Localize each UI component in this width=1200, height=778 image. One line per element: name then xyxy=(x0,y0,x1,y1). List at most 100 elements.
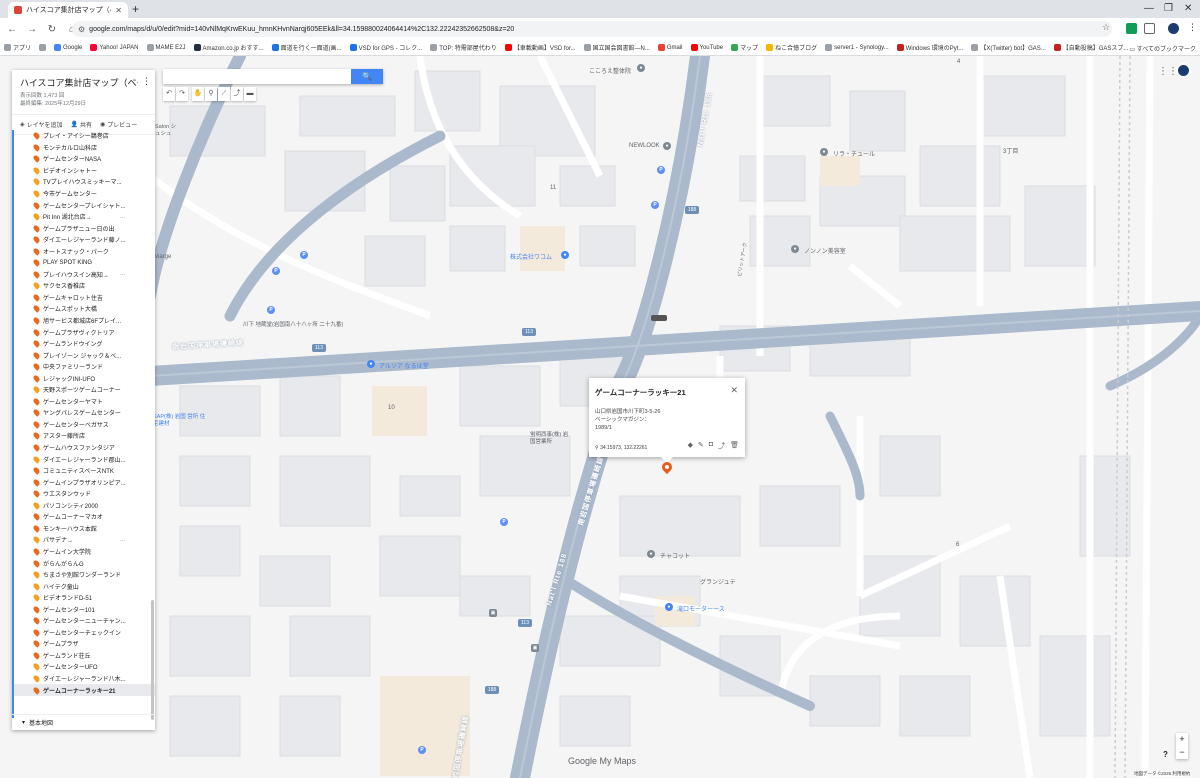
ruler-icon[interactable]: ▬ xyxy=(244,87,256,101)
poi-icon[interactable]: ● xyxy=(561,251,569,259)
layer-item[interactable]: プレイ・アイシー鵜巻店 xyxy=(14,130,155,142)
layer-item[interactable]: サクセス香椎店 xyxy=(14,280,155,292)
bookmark[interactable]: ねこ合憶ブログ xyxy=(766,43,817,52)
forward-icon[interactable]: → xyxy=(24,24,40,35)
layer-item[interactable]: ゲームプラザ xyxy=(14,638,155,650)
zoom-in-button[interactable]: + xyxy=(1176,733,1188,746)
help-icon[interactable]: ? xyxy=(1163,750,1168,759)
more-icon[interactable]: ... xyxy=(120,537,125,543)
layer-item[interactable]: ダイエーレジャーランド藤ノ... xyxy=(14,234,155,246)
url-field[interactable]: ⚙ google.com/maps/d/u/0/edit?mid=140vNlM… xyxy=(72,21,1112,37)
restore-icon[interactable]: ❐ xyxy=(1164,3,1173,14)
hand-icon[interactable]: ✋ xyxy=(192,87,204,101)
layer-item[interactable]: パサデナ→... xyxy=(14,534,155,546)
parking-icon[interactable]: P xyxy=(272,267,280,275)
bus-stop-icon[interactable]: ▣ xyxy=(531,644,539,652)
zoom-out-button[interactable]: − xyxy=(1176,746,1188,759)
poi-icon[interactable]: ● xyxy=(663,142,671,150)
poi-icon[interactable]: ● xyxy=(820,148,828,156)
poi-icon[interactable]: ● xyxy=(647,550,655,558)
bookmark[interactable]: MAME E2J xyxy=(146,44,186,51)
bookmark[interactable]: VSD for GPS - コレク... xyxy=(349,43,422,52)
poi-label[interactable]: リラ・チュール xyxy=(833,149,875,158)
poi-icon[interactable]: ● xyxy=(791,245,799,253)
bookmark[interactable]: 面道を行く一面道(画... xyxy=(271,43,342,52)
parking-icon[interactable]: P xyxy=(300,251,308,259)
layer-item[interactable]: がらんがらんG xyxy=(14,557,155,569)
bookmark[interactable]: 【自動投稿】GASスブ... xyxy=(1053,43,1128,52)
more-options-icon[interactable]: ⋮ xyxy=(142,76,151,87)
poi-label[interactable]: NEWLOOK xyxy=(629,143,660,149)
layer-item[interactable]: プレイゾーン ジャック＆ベ... xyxy=(14,349,155,361)
poi-label[interactable]: ノンノン美容室 xyxy=(804,246,846,255)
back-icon[interactable]: ← xyxy=(4,24,20,35)
bookmark[interactable]: 国立国会図書館―N... xyxy=(583,43,650,52)
directions-icon[interactable]: ⤴ xyxy=(718,441,725,451)
layer-item[interactable]: PLAY SPOT KING xyxy=(14,257,155,269)
layer-item[interactable]: ハイテク童山 xyxy=(14,580,155,592)
reload-icon[interactable]: ↻ xyxy=(44,24,60,35)
layer-item[interactable]: ゲームプラザヴィクトリア xyxy=(14,326,155,338)
poi-label[interactable]: 川下 地蔵堂(岩国南八十八ヶ所 二十九番) xyxy=(243,320,343,328)
bookmark[interactable]: server1 - Synology... xyxy=(825,44,889,51)
extension-check-icon[interactable] xyxy=(1126,23,1137,34)
close-icon[interactable]: ✕ xyxy=(115,6,122,15)
undo-icon[interactable]: ↶ xyxy=(163,87,175,101)
layer-item[interactable]: ヤングパレスゲームセンター xyxy=(14,407,155,419)
layer-item[interactable]: ゲームプラザニュー日の出 xyxy=(14,222,155,234)
poi-label[interactable]: Salon シュシュ xyxy=(155,124,181,138)
bookmark[interactable] xyxy=(39,44,47,51)
layer-item[interactable]: ゲームコーナーラッキー21 xyxy=(14,684,155,696)
layer-item[interactable]: ゲームコーナーマカオ xyxy=(14,511,155,523)
search-button[interactable]: 🔍 xyxy=(351,69,383,84)
bookmark[interactable]: Google xyxy=(54,44,82,51)
parking-icon[interactable]: P xyxy=(500,518,508,526)
more-icon[interactable]: ... xyxy=(120,271,125,277)
layer-item[interactable]: ゲームセンターNASA xyxy=(14,153,155,165)
layer-item[interactable]: ゲームセンター101 xyxy=(14,603,155,615)
layer-item[interactable]: ゲームハウスファンタジア xyxy=(14,442,155,454)
camera-icon[interactable]: ◘ xyxy=(709,441,713,451)
parking-icon[interactable]: P xyxy=(418,746,426,754)
bookmark[interactable]: Amazon.co.jp おすす... xyxy=(193,43,264,52)
account-avatar[interactable] xyxy=(1176,63,1191,78)
poi-label[interactable]: 滝口モーターース xyxy=(677,604,725,613)
map-title[interactable]: ハイスコア集計店マップ（ベーシックマガジン） xyxy=(20,76,138,89)
draw-line-icon[interactable]: ⟋ xyxy=(218,87,230,101)
layer-item[interactable]: Pit Inn 湖北台店→... xyxy=(14,211,155,223)
layer-item[interactable]: ゲームランド荘丘 xyxy=(14,650,155,662)
more-icon[interactable]: ... xyxy=(120,214,125,220)
star-icon[interactable]: ☆ xyxy=(1102,22,1110,33)
profile-avatar[interactable] xyxy=(1168,23,1179,34)
poi-label[interactable]: 株式会社ワコム xyxy=(510,252,552,261)
layer-item[interactable]: アスター藤所店 xyxy=(14,430,155,442)
scrollbar[interactable] xyxy=(151,600,154,720)
layer-item[interactable]: ビデオランドD-51 xyxy=(14,592,155,604)
poi-label[interactable]: アルソア なるほ堂 xyxy=(379,361,429,370)
bookmark[interactable]: 【車載動画】VSD for... xyxy=(504,43,576,52)
directions-icon[interactable]: ⤴ xyxy=(231,87,243,101)
share-button[interactable]: 👤 共有 xyxy=(70,120,92,129)
layer-item[interactable]: ゲームキャロット住吉 xyxy=(14,292,155,304)
poi-label[interactable]: viarge xyxy=(155,254,171,260)
layer-item[interactable]: ゲームセンタープレイシャト... xyxy=(14,199,155,211)
basemap-toggle[interactable]: ▾ 基本地図 xyxy=(12,714,155,730)
poi-icon[interactable]: ● xyxy=(367,360,375,368)
close-icon[interactable]: ✕ xyxy=(730,385,738,396)
apps-grid-icon[interactable]: ⋮⋮ xyxy=(1158,66,1178,77)
layer-item[interactable]: ゲームセンターUFO xyxy=(14,661,155,673)
poi-label[interactable]: チャコット xyxy=(660,551,690,560)
layer-item[interactable]: 今市ゲームセンター xyxy=(14,188,155,200)
site-info-icon[interactable]: ⚙ xyxy=(78,25,85,34)
new-tab-icon[interactable]: + xyxy=(132,2,139,16)
map-copyright[interactable]: 地図データ ©2026 利用規約 xyxy=(1134,771,1191,777)
bookmark[interactable]: アプリ xyxy=(4,43,31,52)
parking-icon[interactable]: P xyxy=(657,166,665,174)
poi-label[interactable]: 蛍明西事(株) 岩国営業所 xyxy=(530,432,570,446)
layer-item[interactable]: ダイエーレジャーランド郡山... xyxy=(14,453,155,465)
bookmark[interactable]: 【X(Twitter) bot】GAS... xyxy=(971,43,1046,52)
add-layer-button[interactable]: ◈ レイヤを追加 xyxy=(20,120,62,129)
browser-menu-icon[interactable]: ⋮ xyxy=(1188,22,1197,33)
layer-item[interactable]: レジャックINI-UFO xyxy=(14,372,155,384)
window-close-icon[interactable]: ✕ xyxy=(1184,3,1192,14)
